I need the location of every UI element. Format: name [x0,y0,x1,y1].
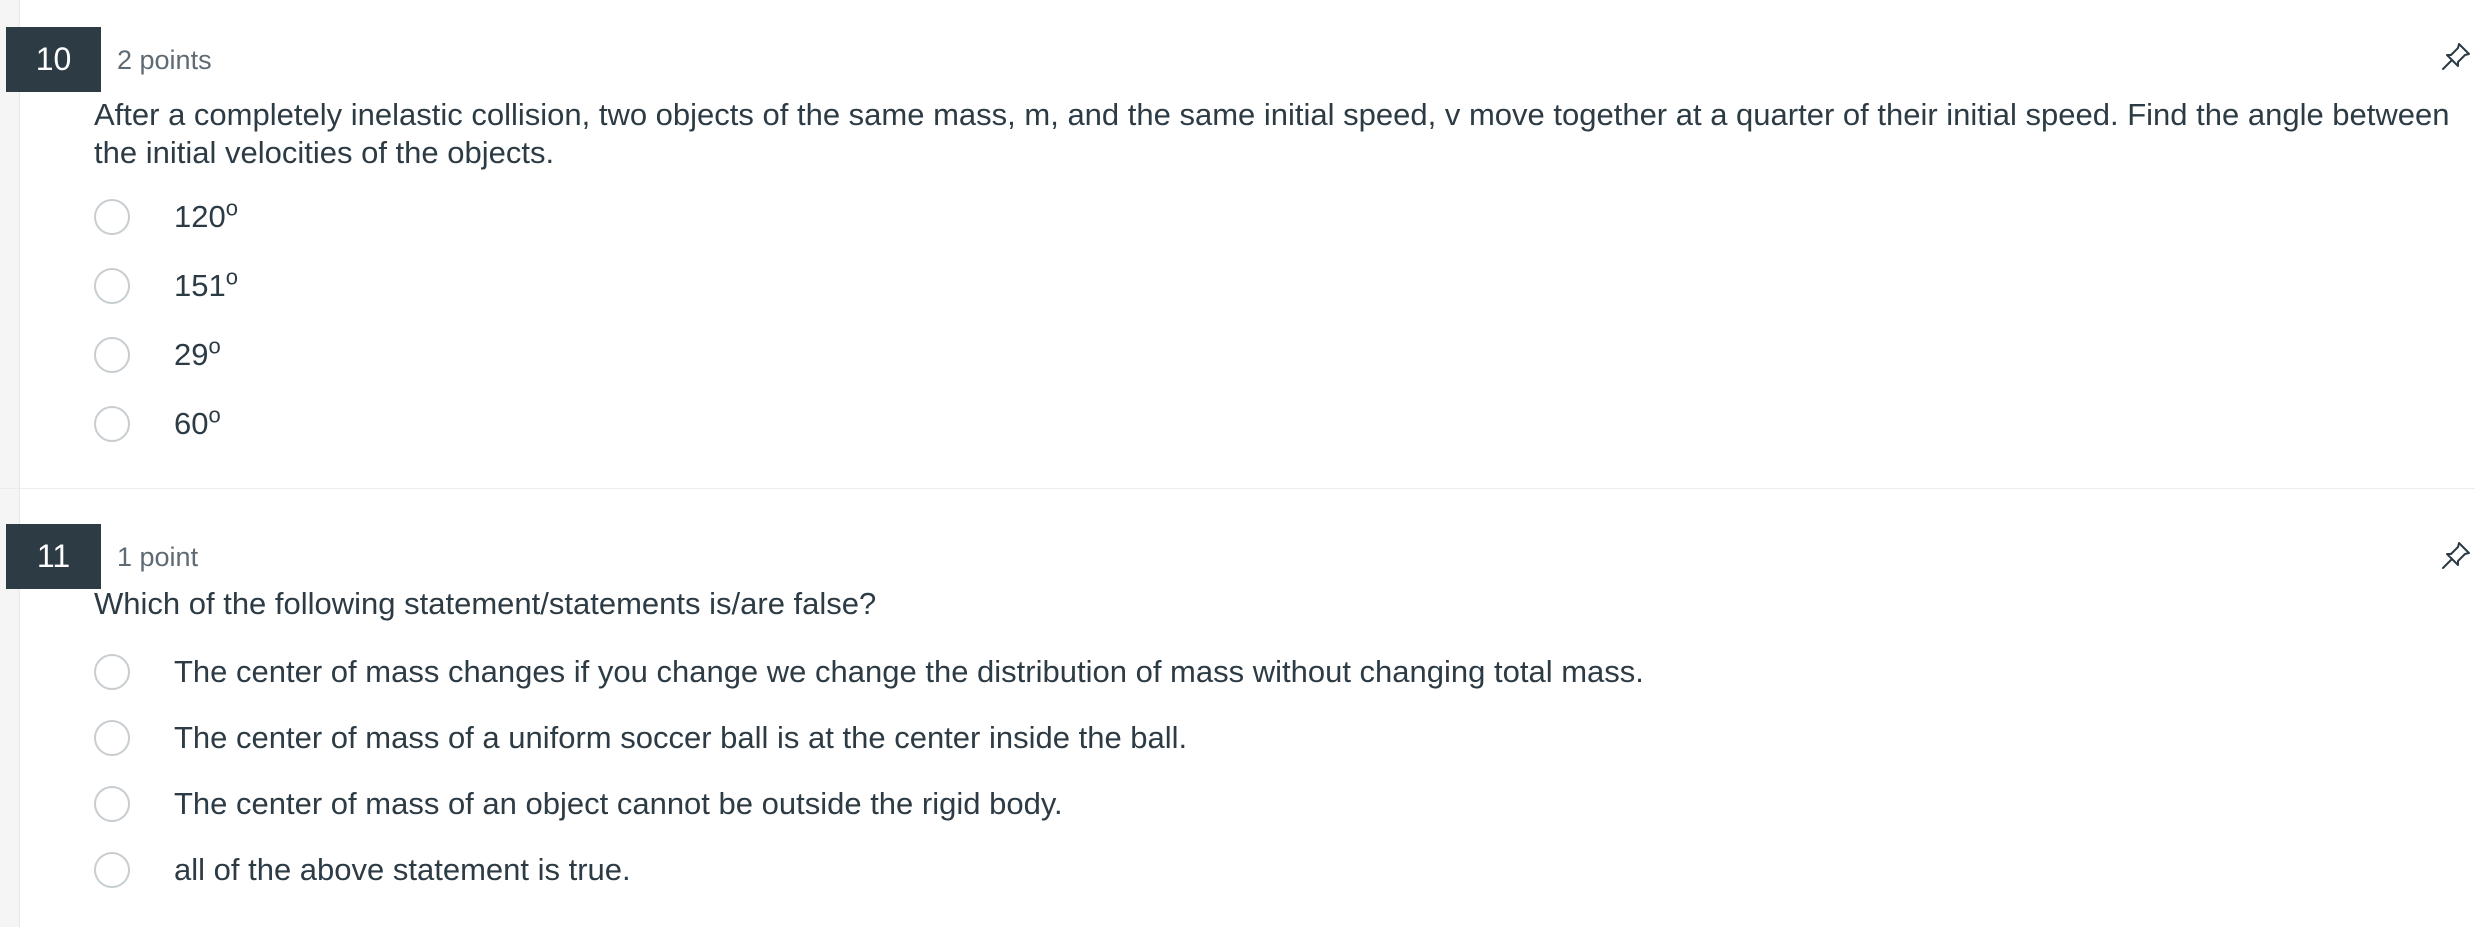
answer-label: 29o [174,333,221,372]
radio-button[interactable] [94,852,130,888]
answer-label: 151o [174,264,238,303]
answer-label: The center of mass of a uniform soccer b… [174,720,1188,755]
answer-option[interactable]: 151o [94,251,2464,320]
answer-option[interactable]: all of the above statement is true. [94,837,2464,903]
quiz-page: 10 2 points After a completely inelastic… [0,0,2475,927]
radio-button[interactable] [94,786,130,822]
radio-button[interactable] [94,405,130,442]
question-text: Which of the following statement/stateme… [94,586,877,621]
degree-sign: o [225,195,238,221]
radio-button[interactable] [94,654,130,690]
radio-button[interactable] [94,267,130,304]
answer-label: 60o [174,402,221,441]
answer-list: The center of mass changes if you change… [94,639,2464,903]
question-text: After a completely inelastic collision, … [94,97,2450,170]
answer-option[interactable]: 29o [94,320,2464,389]
answer-option[interactable]: The center of mass of a uniform soccer b… [94,705,2464,771]
radio-button[interactable] [94,198,130,235]
answer-label: 120o [174,195,238,234]
answer-option[interactable]: 60o [94,389,2464,458]
answer-option[interactable]: 120o [94,182,2464,251]
pin-icon[interactable] [2439,539,2473,573]
pin-icon[interactable] [2439,40,2473,74]
question-points: 2 points [117,45,212,75]
answer-option[interactable]: The center of mass of an object cannot b… [94,771,2464,837]
radio-button[interactable] [94,720,130,756]
question-11: 11 1 point Which of the following statem… [0,489,2475,927]
degree-sign: o [208,402,221,428]
radio-button[interactable] [94,336,130,373]
question-number-badge: 11 [6,524,101,589]
question-10: 10 2 points After a completely inelastic… [0,0,2475,489]
answer-label: The center of mass of an object cannot b… [174,786,1063,821]
degree-sign: o [225,264,238,290]
question-points: 1 point [117,542,199,572]
question-number-badge: 10 [6,27,101,92]
answer-label: The center of mass changes if you change… [174,654,1644,689]
answer-label: all of the above statement is true. [174,852,631,887]
degree-sign: o [208,333,221,359]
answer-option[interactable]: The center of mass changes if you change… [94,639,2464,705]
answer-list: 120o 151o 29o 60o [94,182,2464,458]
